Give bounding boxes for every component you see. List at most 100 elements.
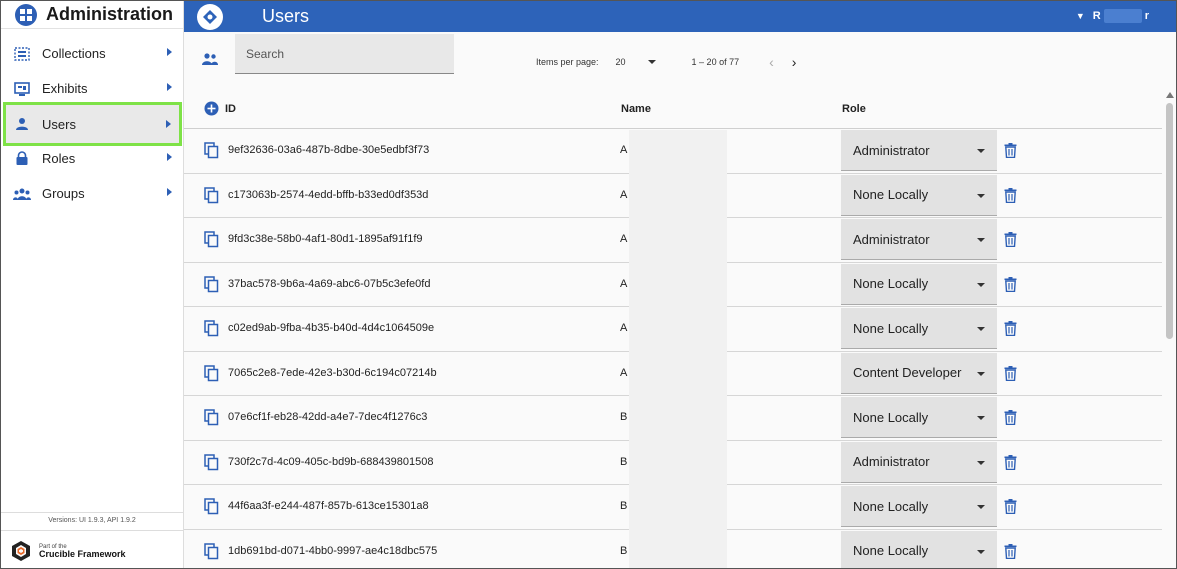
items-per-page-select[interactable]: 20 [616,57,656,67]
delete-icon[interactable] [1004,276,1017,297]
column-header-name[interactable]: Name [621,103,651,115]
role-select[interactable]: Administrator [841,130,997,171]
chevron-right-icon [166,120,171,128]
copy-icon[interactable] [204,409,219,431]
role-select[interactable]: Administrator [841,219,997,260]
role-select[interactable]: Administrator [841,441,997,483]
copy-icon[interactable] [204,142,219,164]
role-value: Administrator [853,142,930,158]
role-select[interactable]: None Locally [841,486,997,527]
sidebar-item-label: Users [42,116,76,132]
user-name: A [620,233,628,245]
chevron-down-icon [977,193,985,198]
chevron-down-icon [977,149,985,153]
add-user-button[interactable] [204,101,219,119]
next-page-button[interactable]: › [792,54,797,70]
user-name: A [620,188,628,201]
scrollbar-thumb[interactable] [1166,103,1173,339]
role-select[interactable]: None Locally [841,397,997,438]
role-value: Administrator [853,231,930,247]
user-id: 37bac578-9b6a-4a69-abc6-07b5c3efe0fd [228,277,431,290]
groups-icon [13,185,31,203]
role-value: None Locally [853,543,929,558]
user-menu-button[interactable]: ▼ R r [1076,9,1149,23]
sidebar-item-roles[interactable]: Roles [1,141,183,176]
role-value: None Locally [853,276,929,291]
user-name: A [620,277,628,290]
role-select[interactable]: None Locally [841,530,997,568]
sidebar-item-exhibits[interactable]: Exhibits [1,71,183,106]
copy-icon[interactable] [204,542,219,565]
top-bar: Users ▼ R r [184,1,1176,32]
crucible-framework-link[interactable]: Part of the Crucible Framework [1,531,183,568]
user-name: A [620,366,628,379]
sidebar: Administration Collections Exhibits User… [1,1,184,568]
delete-icon[interactable] [1004,454,1017,475]
redacted-names [629,130,727,568]
delete-icon[interactable] [1004,410,1017,430]
user-id: c02ed9ab-9fba-4b35-b40d-4d4c1064509e [228,322,435,334]
users-icon [202,52,218,70]
delete-icon[interactable] [1004,543,1017,564]
sidebar-title: Administration [46,4,174,24]
role-value: None Locally [853,409,929,425]
chevron-right-icon [167,83,172,91]
chevron-down-icon [977,282,985,287]
sidebar-item-groups[interactable]: Groups [1,176,183,211]
column-header-id[interactable]: ID [225,103,236,115]
copy-icon[interactable] [204,364,219,387]
delete-icon[interactable] [1004,232,1017,252]
crucible-big-text: Crucible Framework [39,548,126,559]
delete-icon[interactable] [1004,187,1017,208]
search-input[interactable]: Search [235,34,454,74]
user-name: B [620,455,628,468]
chevron-down-icon [977,505,985,509]
chevron-down-icon: ▼ [1075,11,1085,21]
app-logo-icon[interactable] [197,3,223,30]
role-value: Content Developer [853,365,962,380]
sidebar-item-collections[interactable]: Collections [1,36,183,71]
previous-page-button[interactable]: ‹ [769,54,774,70]
exhibits-icon [13,80,31,98]
role-select[interactable]: Content Developer [841,352,997,394]
user-name-initial: R [1092,10,1101,22]
user-id: 730f2c7d-4c09-405c-bd9b-688439801508 [228,455,434,468]
copy-icon[interactable] [204,498,219,520]
copy-icon[interactable] [204,453,219,476]
scroll-up-arrow-icon[interactable] [1166,92,1174,98]
copy-icon[interactable] [204,275,219,298]
chevron-down-icon [647,60,656,64]
delete-icon[interactable] [1004,321,1017,341]
version-text: Versions: UI 1.9.3, API 1.9.2 [1,512,183,531]
role-value: Administrator [853,454,930,469]
chevron-down-icon [977,238,985,242]
user-icon [13,115,31,133]
chevron-right-icon [167,48,172,56]
role-value: None Locally [853,320,929,336]
chevron-down-icon [977,460,985,465]
delete-icon[interactable] [1004,499,1017,519]
copy-icon[interactable] [204,320,219,342]
copy-icon[interactable] [204,231,219,253]
chevron-right-icon [167,153,172,161]
sidebar-item-label: Collections [42,46,106,61]
role-select[interactable]: None Locally [841,263,997,305]
role-select[interactable]: None Locally [841,174,997,216]
crucible-logo-icon [9,539,33,563]
items-per-page-label: Items per page: [536,57,599,67]
column-header-role[interactable]: Role [842,103,866,115]
role-select[interactable]: None Locally [841,308,997,349]
copy-icon[interactable] [204,186,219,209]
delete-icon[interactable] [1004,143,1017,163]
user-name: A [620,144,628,156]
sidebar-brand: Administration [1,1,183,29]
sidebar-item-users[interactable]: Users [3,102,182,146]
chevron-right-icon [167,188,172,196]
sidebar-footer: Versions: UI 1.9.3, API 1.9.2 Part of th… [1,512,183,568]
delete-icon[interactable] [1004,365,1017,386]
user-id: 07e6cf1f-eb28-42dd-a4e7-7dec4f1276c3 [228,411,428,423]
user-name: A [620,322,628,334]
chevron-down-icon [977,327,985,331]
scrollbar[interactable] [1164,92,1176,568]
chevron-down-icon [977,416,985,420]
